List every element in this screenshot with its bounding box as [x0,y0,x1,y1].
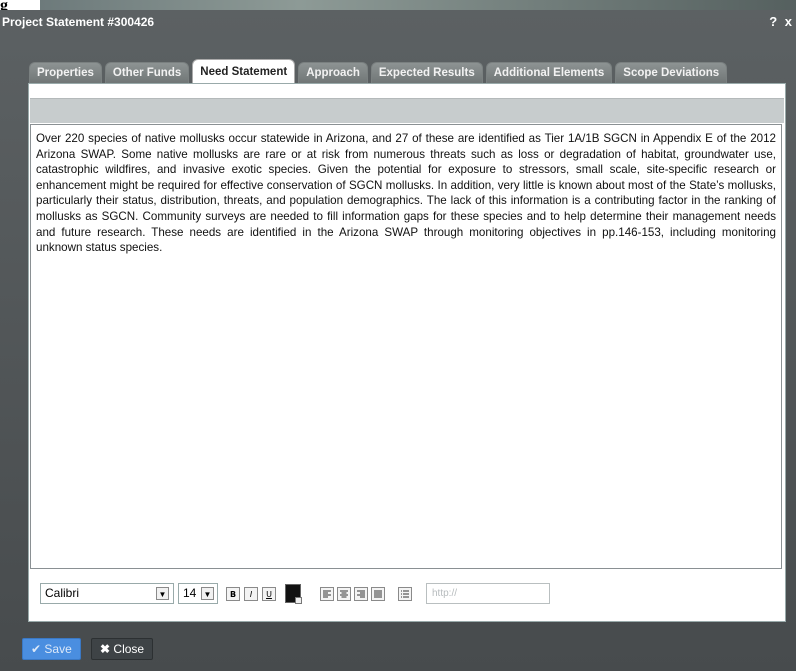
justify-button[interactable] [371,587,385,601]
help-icon[interactable]: ? [769,14,777,29]
italic-button[interactable]: I [244,587,258,601]
font-family-value: Calibri [45,586,80,600]
save-label: Save [44,642,72,656]
project-statement-dialog: Project Statement #300426 ? x Properties… [0,10,796,671]
dialog-titlebar[interactable]: Project Statement #300426 ? x [0,10,796,34]
bullet-list-icon [401,590,409,598]
bold-icon: B [229,590,237,599]
link-url-input[interactable]: http:// [426,583,550,604]
align-left-icon [323,590,331,598]
dialog-title: Project Statement #300426 [2,15,155,29]
chevron-down-icon[interactable]: ▼ [156,587,169,600]
text-color-button[interactable] [285,584,302,604]
tab-additional-elements[interactable]: Additional Elements [485,62,613,84]
check-icon: ✔ [31,642,42,656]
justify-icon [374,590,382,598]
align-right-button[interactable] [354,587,368,601]
chevron-down-icon[interactable]: ▼ [201,587,214,600]
title-icons: ? x [765,14,792,29]
align-center-icon [340,590,348,598]
tab-scope-deviations[interactable]: Scope Deviations [615,62,728,84]
font-size-select[interactable]: 14 ▼ [178,583,218,604]
tab-panel: Over 220 species of native mollusks occu… [28,83,786,622]
font-family-select[interactable]: Calibri ▼ [40,583,174,604]
close-label: Close [113,642,145,656]
save-button[interactable]: ✔ Save [22,638,81,660]
bullet-list-button[interactable] [398,587,412,601]
underline-icon: U [266,590,272,599]
tab-approach[interactable]: Approach [298,62,368,84]
need-statement-editor[interactable]: Over 220 species of native mollusks occu… [30,124,782,569]
close-icon[interactable]: x [785,14,792,29]
tab-other-funds[interactable]: Other Funds [104,62,190,84]
tab-bar: Properties Other Funds Need Statement Ap… [29,58,730,84]
align-left-button[interactable] [320,587,334,601]
bold-button[interactable]: B [226,587,240,601]
align-center-button[interactable] [337,587,351,601]
editor-toolbar: Calibri ▼ 14 ▼ B I U http:// [30,575,782,613]
font-size-value: 14 [183,586,197,600]
close-button[interactable]: ✖ Close [91,638,154,660]
italic-icon: I [249,590,253,599]
underline-button[interactable]: U [262,587,276,601]
tab-need-statement[interactable]: Need Statement [192,59,296,84]
align-right-icon [357,590,365,598]
panel-header-bar [30,98,784,123]
tab-expected-results[interactable]: Expected Results [370,62,483,84]
close-icon: ✖ [100,642,111,656]
tab-properties[interactable]: Properties [29,62,102,84]
